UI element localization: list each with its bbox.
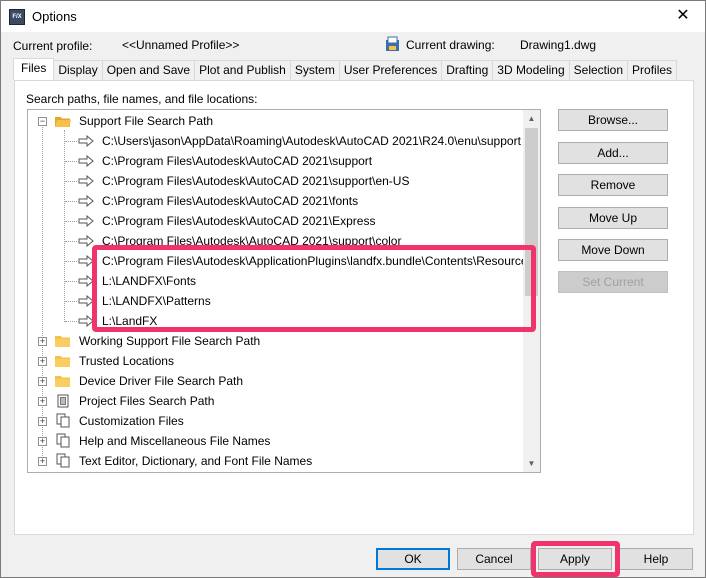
path-arrow-icon xyxy=(78,215,94,227)
folder-icon xyxy=(55,376,70,387)
collapse-icon[interactable]: − xyxy=(38,117,47,126)
ok-button[interactable]: OK xyxy=(376,548,450,570)
expand-icon[interactable]: + xyxy=(38,397,47,406)
tree-node-customization-files[interactable]: + Customization Files xyxy=(28,411,523,431)
folder-icon xyxy=(55,356,70,367)
window-title: Options xyxy=(32,9,77,24)
tree-node-label: Text Editor, Dictionary, and Font File N… xyxy=(79,454,313,468)
landfx-paths-highlight xyxy=(92,245,536,332)
tree-node-text-editor-dictionary-font-file-names[interactable]: + Text Editor, Dictionary, and Font File… xyxy=(28,451,523,471)
tree-node-label: Support File Search Path xyxy=(79,114,214,128)
tree-node-trusted-locations[interactable]: + Trusted Locations xyxy=(28,351,523,371)
tree-node-label: Device Driver File Search Path xyxy=(79,374,244,388)
expand-icon[interactable]: + xyxy=(38,337,47,346)
add-button[interactable]: Add... xyxy=(558,142,668,164)
tree-node-support-file-search-path[interactable]: − Support File Search Path xyxy=(28,111,523,131)
expand-icon[interactable]: + xyxy=(38,357,47,366)
title-bar: F/X Options ✕ xyxy=(1,1,705,32)
tab-profiles[interactable]: Profiles xyxy=(627,60,678,80)
move-down-button[interactable]: Move Down xyxy=(558,239,668,261)
tab-system[interactable]: System xyxy=(289,60,340,80)
tree-path-item[interactable]: C:\Program Files\Autodesk\AutoCAD 2021\E… xyxy=(28,211,523,231)
path-label: C:\Users\jason\AppData\Roaming\Autodesk\… xyxy=(102,134,521,148)
set-current-button[interactable]: Set Current xyxy=(558,271,668,293)
tree-node-label: Trusted Locations xyxy=(79,354,174,368)
tree-node-label: Project Files Search Path xyxy=(79,394,215,408)
path-arrow-icon xyxy=(78,155,94,167)
tree-node-working-support-file-search-path[interactable]: + Working Support File Search Path xyxy=(28,331,523,351)
tree-node-label: Customization Files xyxy=(79,414,184,428)
documents-icon xyxy=(56,453,70,468)
tree-path-item[interactable]: C:\Program Files\Autodesk\AutoCAD 2021\s… xyxy=(28,151,523,171)
search-paths-label: Search paths, file names, and file locat… xyxy=(26,92,258,106)
options-dialog: F/X Options ✕ Current profile: <<Unnamed… xyxy=(0,0,706,578)
autocad-app-icon: F/X xyxy=(9,9,25,25)
documents-icon xyxy=(56,433,70,448)
tab-3d-modeling[interactable]: 3D Modeling xyxy=(492,60,570,80)
browse-button[interactable]: Browse... xyxy=(558,109,668,131)
path-label: C:\Program Files\Autodesk\AutoCAD 2021\f… xyxy=(102,194,359,208)
expand-icon[interactable]: + xyxy=(38,437,47,446)
current-profile-label: Current profile: xyxy=(13,39,93,53)
path-arrow-icon xyxy=(78,135,94,147)
tab-drafting[interactable]: Drafting xyxy=(441,60,494,80)
tree-node-device-driver-file-search-path[interactable]: + Device Driver File Search Path xyxy=(28,371,523,391)
current-drawing-value: Drawing1.dwg xyxy=(520,38,597,52)
tree-node-project-files-search-path[interactable]: + Project Files Search Path xyxy=(28,391,523,411)
folder-open-icon xyxy=(55,117,71,127)
expand-icon[interactable]: + xyxy=(38,417,47,426)
expand-icon[interactable]: + xyxy=(38,457,47,466)
current-drawing-label: Current drawing: xyxy=(406,38,495,52)
close-icon[interactable]: ✕ xyxy=(669,4,697,28)
cancel-button[interactable]: Cancel xyxy=(457,548,531,570)
tab-user-preferences[interactable]: User Preferences xyxy=(338,60,443,80)
path-arrow-icon xyxy=(78,195,94,207)
tab-strip: Files Display Open and Save Plot and Pub… xyxy=(13,58,678,80)
tree-path-item[interactable]: C:\Program Files\Autodesk\AutoCAD 2021\s… xyxy=(28,171,523,191)
tree-node-label: Help and Miscellaneous File Names xyxy=(79,434,271,448)
path-arrow-icon xyxy=(78,235,94,247)
move-up-button[interactable]: Move Up xyxy=(558,207,668,229)
tree-path-item[interactable]: C:\Program Files\Autodesk\AutoCAD 2021\f… xyxy=(28,191,523,211)
project-files-icon xyxy=(57,394,69,408)
tab-open-and-save[interactable]: Open and Save xyxy=(101,60,196,80)
tree-node-label: Working Support File Search Path xyxy=(79,334,261,348)
tab-display[interactable]: Display xyxy=(53,60,103,80)
tab-plot-and-publish[interactable]: Plot and Publish xyxy=(194,60,291,80)
path-label: C:\Program Files\Autodesk\AutoCAD 2021\s… xyxy=(102,154,373,168)
current-profile-value: <<Unnamed Profile>> xyxy=(122,38,240,52)
expand-icon[interactable]: + xyxy=(38,377,47,386)
path-label: C:\Program Files\Autodesk\AutoCAD 2021\s… xyxy=(102,174,410,188)
remove-button[interactable]: Remove xyxy=(558,174,668,196)
documents-icon xyxy=(56,413,70,428)
scroll-up-arrow-icon[interactable]: ▲ xyxy=(523,110,540,127)
apply-button-highlight xyxy=(531,541,620,577)
help-button[interactable]: Help xyxy=(619,548,693,570)
tab-files[interactable]: Files xyxy=(13,58,55,80)
drawing-icon xyxy=(386,36,399,51)
tree-node-help-and-misc-file-names[interactable]: + Help and Miscellaneous File Names xyxy=(28,431,523,451)
path-arrow-icon xyxy=(78,175,94,187)
folder-icon xyxy=(55,336,70,347)
tree-path-item[interactable]: C:\Users\jason\AppData\Roaming\Autodesk\… xyxy=(28,131,523,151)
path-label: C:\Program Files\Autodesk\AutoCAD 2021\E… xyxy=(102,214,376,228)
tab-selection[interactable]: Selection xyxy=(568,60,629,80)
scroll-down-arrow-icon[interactable]: ▼ xyxy=(523,455,540,472)
